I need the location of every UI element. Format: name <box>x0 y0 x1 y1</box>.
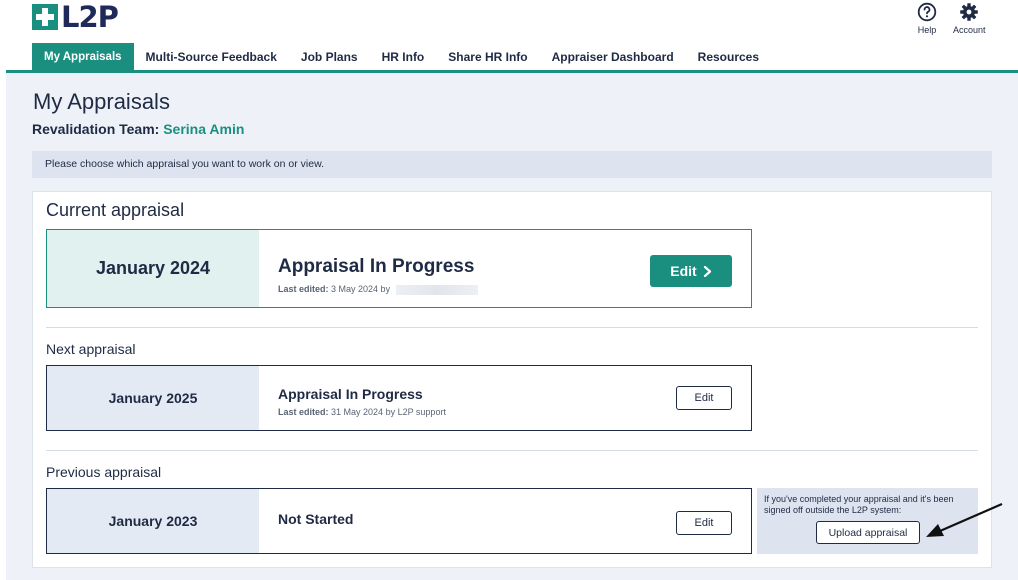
revalidation-label: Revalidation Team: <box>32 121 164 137</box>
cross-logo-icon <box>32 4 58 30</box>
appraisal-date: January 2024 <box>47 230 259 307</box>
current-appraisal-heading: Current appraisal <box>46 200 185 220</box>
appraisal-details: Not Started Edit <box>259 489 751 553</box>
last-edited: Last edited: 31 May 2024 by L2P support <box>278 407 446 417</box>
last-edited: Last edited: 3 May 2024 by <box>278 284 478 295</box>
site-header: L2P Help Account My Appraisals Multi-Sou… <box>0 0 1018 72</box>
appraisal-date: January 2023 <box>47 489 259 553</box>
tab-job-plans[interactable]: Job Plans <box>289 43 370 71</box>
appraisal-details: Appraisal In Progress Last edited: 31 Ma… <box>259 366 751 430</box>
redacted-name <box>395 284 478 295</box>
edit-current-button[interactable]: Edit <box>650 255 732 287</box>
last-edited-value: 31 May 2024 by L2P support <box>331 407 446 417</box>
appraisal-status: Not Started <box>278 511 354 527</box>
edit-label: Edit <box>670 263 697 279</box>
appraisal-status: Appraisal In Progress <box>278 386 423 402</box>
tab-my-appraisals[interactable]: My Appraisals <box>32 43 134 71</box>
edit-next-button[interactable]: Edit <box>676 386 732 410</box>
upload-appraisal-button[interactable]: Upload appraisal <box>816 521 920 544</box>
edit-previous-button[interactable]: Edit <box>676 511 732 535</box>
main-nav: My Appraisals Multi-Source Feedback Job … <box>32 43 771 71</box>
current-appraisal-card: January 2024 Appraisal In Progress Last … <box>46 229 752 308</box>
next-appraisal-card: January 2025 Appraisal In Progress Last … <box>46 365 752 431</box>
last-edited-value: 3 May 2024 by <box>331 284 393 294</box>
appraisal-details: Appraisal In Progress Last edited: 3 May… <box>259 230 751 307</box>
help-link[interactable]: Help <box>917 2 937 35</box>
pointer-arrow-icon <box>926 502 1003 537</box>
tab-resources[interactable]: Resources <box>686 43 771 71</box>
help-label: Help <box>917 25 937 35</box>
account-link[interactable]: Account <box>953 2 986 35</box>
tab-appraiser-dashboard[interactable]: Appraiser Dashboard <box>540 43 686 71</box>
gear-icon <box>960 3 979 21</box>
section-divider <box>46 327 978 328</box>
question-circle-icon <box>917 2 937 22</box>
next-appraisal-heading: Next appraisal <box>46 341 136 357</box>
previous-appraisal-card: January 2023 Not Started Edit <box>46 488 752 554</box>
chevron-right-icon <box>703 265 711 277</box>
revalidation-name: Serina Amin <box>163 121 245 137</box>
last-edited-label: Last edited: <box>278 407 329 417</box>
logo-text: L2P <box>61 0 119 34</box>
appraisal-date: January 2025 <box>47 366 259 430</box>
l2p-logo[interactable]: L2P <box>32 0 119 34</box>
account-label: Account <box>953 25 986 35</box>
tab-multi-source-feedback[interactable]: Multi-Source Feedback <box>134 43 289 71</box>
section-divider <box>46 450 978 451</box>
info-message: Please choose which appraisal you want t… <box>32 151 992 178</box>
tab-hr-info[interactable]: HR Info <box>370 43 437 71</box>
tab-share-hr-info[interactable]: Share HR Info <box>436 43 539 71</box>
revalidation-team: Revalidation Team: Serina Amin <box>32 121 244 137</box>
previous-appraisal-heading: Previous appraisal <box>46 464 162 480</box>
page-title: My Appraisals <box>33 89 170 114</box>
last-edited-label: Last edited: <box>278 284 329 294</box>
appraisal-status: Appraisal In Progress <box>278 256 475 277</box>
